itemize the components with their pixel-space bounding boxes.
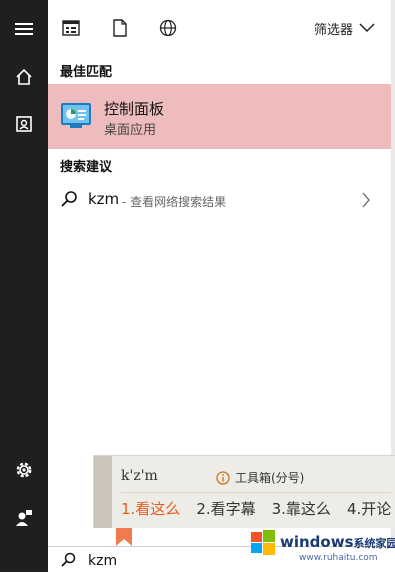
chevron-down-icon <box>359 23 375 33</box>
document-icon <box>15 115 33 133</box>
settings-button[interactable] <box>0 446 48 494</box>
web-filter-button[interactable] <box>154 14 182 42</box>
settings-gear-icon <box>14 460 34 480</box>
chevron-right-icon <box>361 192 371 208</box>
watermark-url: www.ruhaitu.com <box>299 553 378 563</box>
ime-toolbox-label: 工具箱(分号) <box>235 471 305 485</box>
ime-candidate-list: 1.看这么 2.看字幕 3.靠这么 4.开论 <box>121 498 391 519</box>
ime-toolbox-button[interactable]: 工具箱(分号) <box>216 469 304 486</box>
ime-candidate[interactable]: 4.开论 <box>347 498 391 519</box>
ime-drag-handle[interactable] <box>94 456 112 528</box>
suggestions-heading: 搜索建议 <box>60 160 113 175</box>
ime-candidate[interactable]: 3.靠这么 <box>272 498 331 519</box>
ime-candidate[interactable]: 2.看字幕 <box>196 498 255 519</box>
best-match-name: 控制面板 <box>104 100 165 118</box>
best-match-result[interactable]: 控制面板 桌面应用 <box>48 84 391 149</box>
control-panel-icon <box>60 100 92 132</box>
watermark-title: windows系统家园 <box>280 533 395 551</box>
web-globe-icon <box>159 19 177 37</box>
apps-filter-button[interactable] <box>57 14 85 42</box>
ime-bookmark-marker-icon <box>116 528 132 546</box>
user-feedback-icon <box>14 508 34 528</box>
apps-icon <box>62 20 80 36</box>
search-filter-toolbar: 筛选器 <box>48 0 391 56</box>
best-match-type: 桌面应用 <box>104 123 157 138</box>
windows-logo-icon <box>250 529 276 555</box>
filter-label: 筛选器 <box>314 22 354 38</box>
search-input[interactable]: kzm <box>88 553 117 569</box>
documents-icon <box>112 19 128 37</box>
best-match-heading: 最佳匹配 <box>60 65 113 80</box>
start-left-rail <box>0 0 48 572</box>
ime-composition: k'z'm <box>121 468 158 484</box>
ime-candidate[interactable]: 1.看这么 <box>121 498 180 519</box>
suggestion-query: kzm <box>88 190 120 208</box>
documents-filter-button[interactable] <box>106 14 134 42</box>
feedback-button[interactable] <box>0 494 48 542</box>
watermark: windows系统家园 www.ruhaitu.com <box>244 520 395 572</box>
home-icon <box>15 68 33 86</box>
hamburger-menu-icon <box>15 22 33 36</box>
hamburger-menu-button[interactable] <box>0 5 48 53</box>
ime-divider <box>121 492 391 493</box>
documents-rail-button[interactable] <box>0 100 48 148</box>
search-box-icon <box>60 552 76 568</box>
ime-candidate-window: k'z'm 工具箱(分号) 1.看这么 2.看字幕 3.靠这么 4.开论 <box>93 455 395 528</box>
web-search-suggestion[interactable]: kzm - 查看网络搜索结果 <box>48 182 391 218</box>
search-icon <box>60 190 78 208</box>
info-icon <box>216 470 230 485</box>
filter-dropdown[interactable]: 筛选器 <box>314 17 375 39</box>
home-button[interactable] <box>0 53 48 101</box>
suggestion-description: - 查看网络搜索结果 <box>122 195 227 209</box>
